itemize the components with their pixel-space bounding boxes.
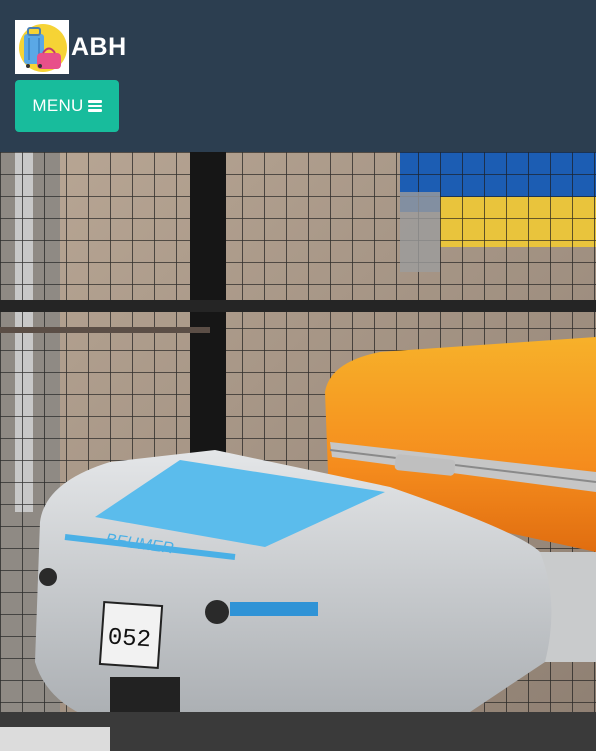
vehicle-number: 052 [107, 624, 152, 654]
bars-icon [87, 100, 102, 112]
brand-name: ABH [71, 32, 127, 61]
logo [15, 20, 69, 74]
menu-button[interactable]: MENU [15, 80, 119, 132]
luggage-icon [19, 24, 67, 72]
hero-image: BEUMER 052 [0, 152, 596, 751]
brand-link[interactable]: ABH [15, 20, 127, 74]
navbar: ABH MENU [0, 0, 596, 152]
menu-label: MENU [32, 96, 84, 115]
